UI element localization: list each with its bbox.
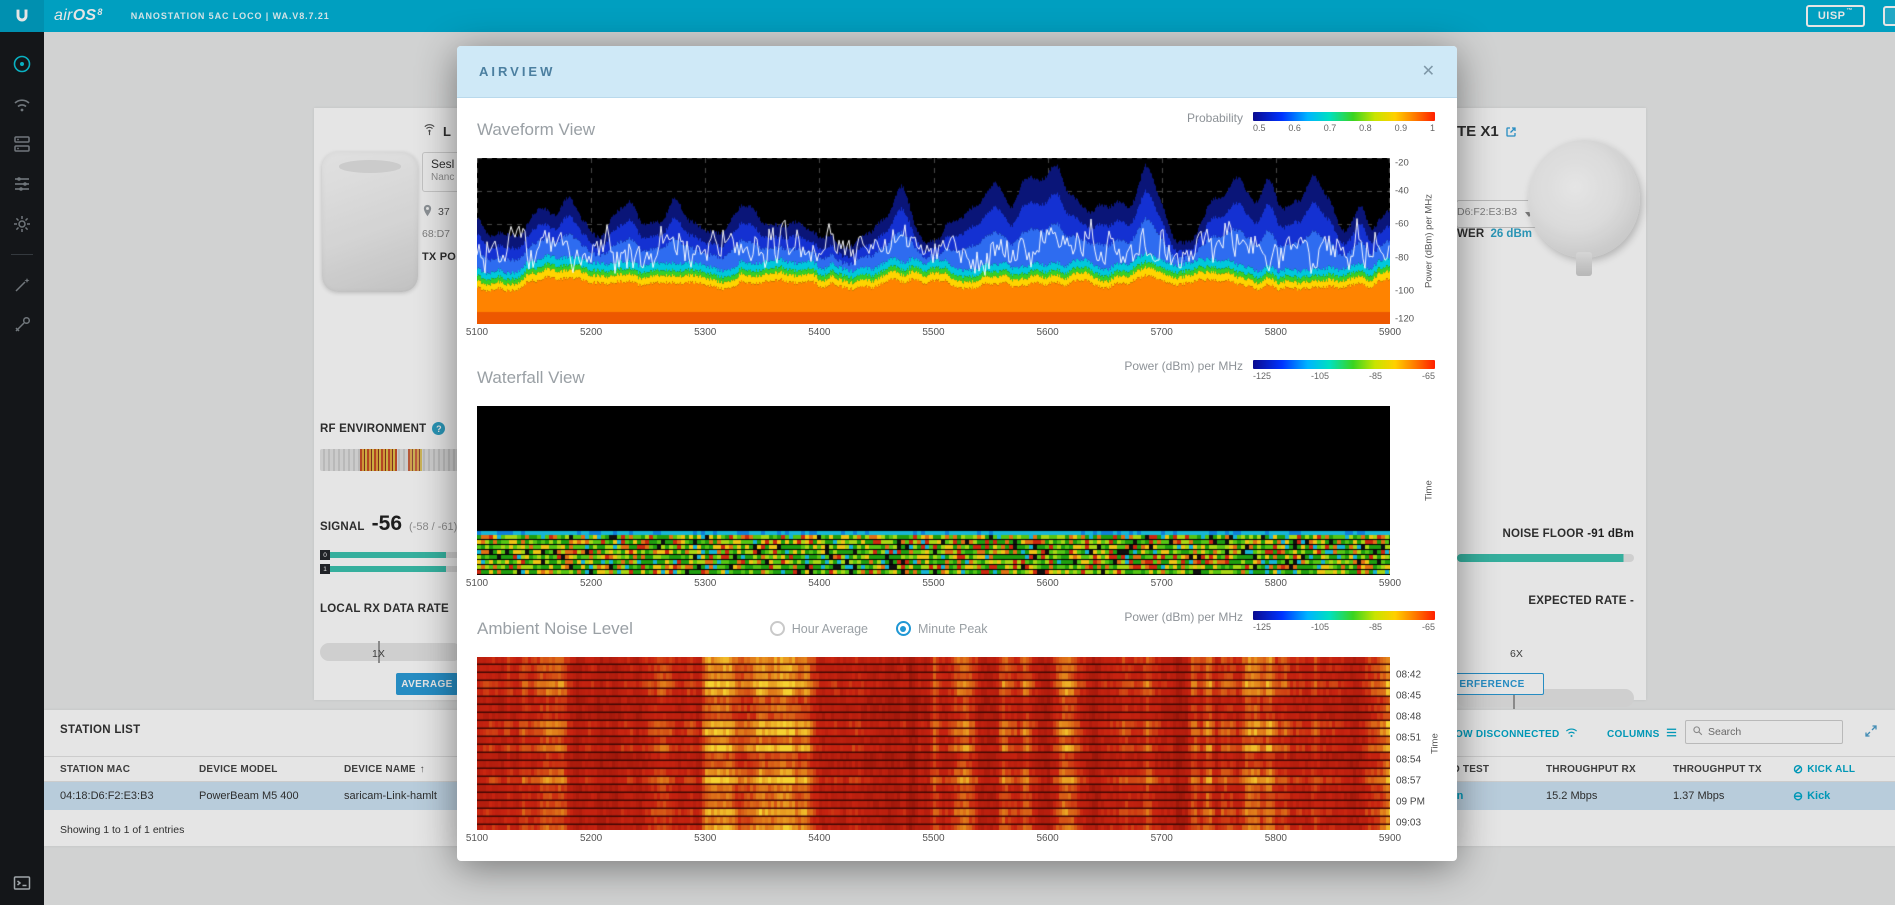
ambient-power-legend: Power (dBm) per MHz -125 -105 -85 -65: [1124, 611, 1435, 632]
waveform-y-axis-label: Power (dBm) per MHz: [1422, 158, 1436, 324]
hour-average-radio[interactable]: Hour Average: [770, 621, 868, 636]
ambient-x-axis: 5100 5200 5300 5400 5500 5600 5700 5800 …: [477, 833, 1390, 848]
waterfall-power-legend: Power (dBm) per MHz -125 -105 -85 -65: [1124, 360, 1435, 381]
power-colorbar: [1253, 360, 1435, 369]
waveform-view-section: Waveform View Probability 0.5 0.6 0.7 0.…: [477, 112, 1435, 342]
waveform-chart: [477, 158, 1390, 324]
ambient-y-axis-label: Time: [1428, 657, 1442, 830]
waterfall-view-section: Waterfall View Power (dBm) per MHz -125 …: [477, 360, 1435, 593]
ambient-time-axis: 08:42 08:45 08:48 08:51 08:54 08:57 09 P…: [1390, 657, 1428, 830]
waterfall-chart: [477, 406, 1390, 575]
ambient-chart: [477, 657, 1390, 830]
waterfall-y-axis-label: Time: [1422, 406, 1436, 575]
probability-colorbar: [1253, 112, 1435, 121]
waveform-title: Waveform View: [477, 120, 595, 140]
airview-modal-header: AIRVIEW ✕: [457, 46, 1457, 98]
waveform-y-axis: -20 -40 -60 -80 -100 -120: [1390, 158, 1422, 324]
probability-legend: Probability 0.5 0.6 0.7 0.8 0.9 1: [1187, 112, 1435, 133]
waveform-canvas: [477, 158, 1390, 324]
waterfall-x-axis: 5100 5200 5300 5400 5500 5600 5700 5800 …: [477, 578, 1390, 593]
airview-modal: AIRVIEW ✕ Waveform View Probability 0.5 …: [457, 46, 1457, 861]
minute-peak-radio[interactable]: Minute Peak: [896, 621, 987, 636]
ambient-title: Ambient Noise Level: [477, 619, 633, 639]
ambient-noise-section: Ambient Noise Level Hour Average Minute …: [477, 611, 1435, 848]
radio-on-icon: [896, 621, 911, 636]
waveform-x-axis: 5100 5200 5300 5400 5500 5600 5700 5800 …: [477, 327, 1390, 342]
waterfall-title: Waterfall View: [477, 368, 585, 388]
radio-off-icon: [770, 621, 785, 636]
close-icon[interactable]: ✕: [1422, 64, 1435, 80]
waterfall-canvas: [477, 406, 1390, 575]
power-colorbar: [1253, 611, 1435, 620]
ambient-canvas: [477, 657, 1390, 830]
modal-title: AIRVIEW: [479, 64, 555, 79]
